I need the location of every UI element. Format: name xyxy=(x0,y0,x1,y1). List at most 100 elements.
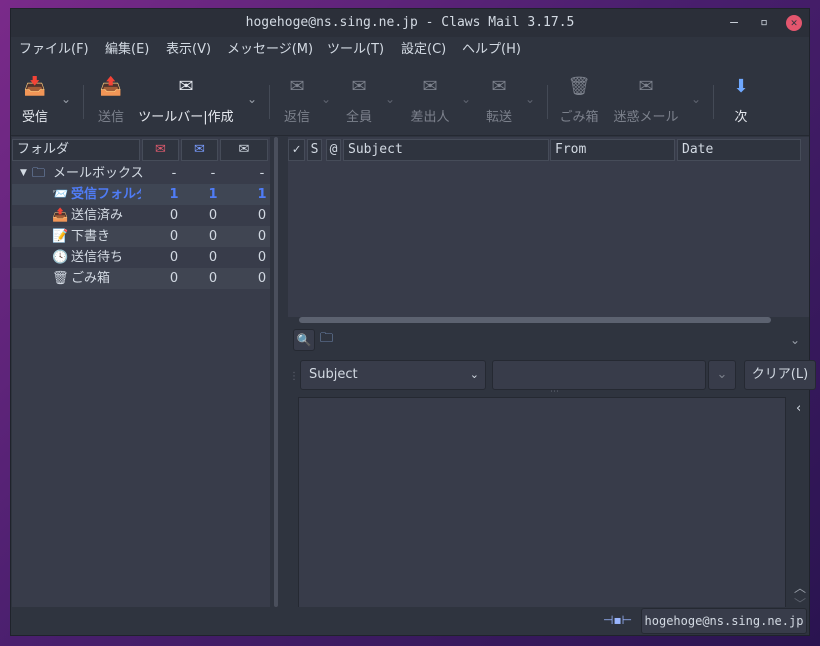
chevron-down-icon[interactable]: ⌄ xyxy=(385,92,395,106)
folder-unread-count: 0 xyxy=(208,250,218,265)
reply-sender-button[interactable]: ✉ 差出人 xyxy=(405,65,455,135)
folder-row-inbox[interactable]: 📨 受信フォルダ 1 1 1 xyxy=(12,184,270,205)
column-subject[interactable]: Subject xyxy=(343,139,549,161)
folder-name: 送信待ち xyxy=(71,250,124,265)
expander-icon[interactable]: ▼ xyxy=(20,163,27,184)
folder-total-count: 0 xyxy=(257,250,267,265)
pane-splitter[interactable] xyxy=(274,137,278,607)
menu-message[interactable]: メッセージ(M) xyxy=(227,37,313,63)
drafts-icon: 📝 xyxy=(52,229,69,244)
title-bar: hogehoge@ns.sing.ne.jp - Claws Mail 3.17… xyxy=(11,9,809,37)
window-title: hogehoge@ns.sing.ne.jp - Claws Mail 3.17… xyxy=(245,15,575,30)
folder-total-count: - xyxy=(259,166,265,181)
chevron-down-icon[interactable]: ⌄ xyxy=(461,92,471,106)
folder-new-count: - xyxy=(171,166,177,181)
folder-total-count: 1 xyxy=(257,187,267,202)
chevron-down-icon[interactable]: ⌄ xyxy=(691,92,701,106)
chevron-down-icon[interactable]: ⌄ xyxy=(321,92,331,106)
queue-icon: 🕓 xyxy=(52,250,69,265)
mailbox-folder-icon: 🗀 xyxy=(32,166,46,181)
clear-button[interactable]: クリア(L) xyxy=(744,360,816,390)
main-window: hogehoge@ns.sing.ne.jp - Claws Mail 3.17… xyxy=(10,8,816,636)
chevron-down-icon[interactable]: ⌄ xyxy=(525,92,535,106)
online-status-icon[interactable]: ⊣▪⊢ xyxy=(603,613,632,627)
minimize-button[interactable]: – xyxy=(723,9,745,37)
folder-icon[interactable]: 🗀 xyxy=(320,329,333,351)
column-from[interactable]: From xyxy=(550,139,675,161)
folder-unread-count: 0 xyxy=(208,229,218,244)
chevron-left-icon[interactable]: ‹ xyxy=(796,401,801,416)
toolbar: 📥 受信 ⌄ 📤 送信 ✉ ツールバー|作成 ⌄ ✉ 返信 ⌄ ✉ 全員 ⌄ ✉… xyxy=(11,65,809,136)
unread-mail-icon[interactable]: ✉ xyxy=(181,139,218,161)
folder-pane: フォルダ ✉ ✉ ✉ ▼ 🗀 メールボックス - - - 📨 受信フォルダ 1 … xyxy=(12,137,270,607)
reply-all-icon: ✉ xyxy=(351,76,367,97)
search-history-button[interactable]: ⌄ xyxy=(708,360,736,390)
folder-new-count: 1 xyxy=(169,187,179,202)
folder-name: メールボックス xyxy=(53,166,144,181)
toolbar-separator xyxy=(547,85,548,119)
search-type-dropdown[interactable]: Subject ⌄ xyxy=(300,360,486,390)
spam-icon: ✉ xyxy=(638,76,654,97)
folder-row-queue[interactable]: 🕓 送信待ち 0 0 0 xyxy=(12,247,270,268)
trash-button[interactable]: 🗑 ごみ箱 xyxy=(555,65,603,135)
message-preview-pane xyxy=(298,397,786,613)
menu-file[interactable]: ファイル(F) xyxy=(19,37,89,63)
folder-column-header[interactable]: フォルダ xyxy=(12,139,140,161)
resize-grip[interactable]: ⋯ xyxy=(550,387,559,397)
message-list: ✓ S @ Subject From Date xyxy=(288,137,809,317)
account-selector[interactable]: hogehoge@ns.sing.ne.jp xyxy=(641,608,807,634)
folder-row-drafts[interactable]: 📝 下書き 0 0 0 xyxy=(12,226,270,247)
folder-total-count: 0 xyxy=(257,208,267,223)
menu-tools[interactable]: ツール(T) xyxy=(327,37,384,63)
folder-name: ごみ箱 xyxy=(71,271,111,286)
column-status[interactable]: S xyxy=(307,139,322,161)
column-check[interactable]: ✓ xyxy=(288,139,305,161)
inbox-icon: 📨 xyxy=(52,187,69,202)
menu-help[interactable]: ヘルプ(H) xyxy=(462,37,521,63)
inbox-download-icon: 📥 xyxy=(23,76,47,97)
reply-all-button[interactable]: ✉ 全員 xyxy=(339,65,379,135)
menu-edit[interactable]: 編集(E) xyxy=(105,37,149,63)
chevron-down-icon[interactable]: ⌄ xyxy=(790,333,800,347)
maximize-button[interactable]: ▫ xyxy=(753,9,775,37)
folder-name: 下書き xyxy=(71,229,111,244)
send-button[interactable]: 📤 送信 xyxy=(91,65,131,135)
search-icon[interactable]: 🔍 xyxy=(293,329,315,351)
menu-view[interactable]: 表示(V) xyxy=(166,37,211,63)
spam-button[interactable]: ✉ 迷惑メール xyxy=(609,65,683,135)
folder-row-sent[interactable]: 📤 送信済み 0 0 0 xyxy=(12,205,270,226)
folder-row-mailbox[interactable]: ▼ 🗀 メールボックス - - - xyxy=(12,163,270,184)
folder-unread-count: 1 xyxy=(208,187,218,202)
drag-handle[interactable]: ⋮ xyxy=(289,371,299,382)
chevron-down-icon[interactable]: ⌄ xyxy=(61,92,71,106)
folder-header: フォルダ ✉ ✉ ✉ xyxy=(12,137,270,162)
folder-unread-count: 0 xyxy=(208,271,218,286)
compose-button[interactable]: ✉ ツールバー|作成 xyxy=(135,65,237,135)
search-type-value: Subject xyxy=(309,367,358,382)
folder-new-count: 0 xyxy=(169,229,179,244)
forward-button[interactable]: ✉ 転送 xyxy=(479,65,519,135)
reply-button[interactable]: ✉ 返信 xyxy=(277,65,317,135)
receive-button[interactable]: 📥 受信 xyxy=(15,65,55,135)
folder-name: 送信済み xyxy=(71,208,124,223)
chevron-down-icon[interactable]: ⌄ xyxy=(247,92,257,106)
menu-settings[interactable]: 設定(C) xyxy=(401,37,446,63)
toolbar-separator xyxy=(269,85,270,119)
total-mail-icon[interactable]: ✉ xyxy=(220,139,268,161)
search-input[interactable] xyxy=(492,360,706,390)
reply-icon: ✉ xyxy=(289,76,305,97)
column-date[interactable]: Date xyxy=(677,139,801,161)
folder-row-trash[interactable]: 🗑 ごみ箱 0 0 0 xyxy=(12,268,270,289)
arrow-down-icon: ⬇ xyxy=(733,76,749,97)
next-button[interactable]: ⬇ 次 xyxy=(721,65,761,135)
column-attachment[interactable]: @ xyxy=(326,139,341,161)
close-button[interactable]: ✕ xyxy=(786,15,802,31)
trash-icon: 🗑 xyxy=(567,76,591,97)
toolbar-separator xyxy=(83,85,84,119)
menu-bar: ファイル(F) 編集(E) 表示(V) メッセージ(M) ツール(T) 設定(C… xyxy=(11,37,809,63)
folder-total-count: 0 xyxy=(257,271,267,286)
new-mail-icon[interactable]: ✉ xyxy=(142,139,179,161)
folder-unread-count: 0 xyxy=(208,208,218,223)
chevron-down-icon: ⌄ xyxy=(469,368,479,381)
chevron-up-icon[interactable]: ︿ xyxy=(794,579,806,596)
